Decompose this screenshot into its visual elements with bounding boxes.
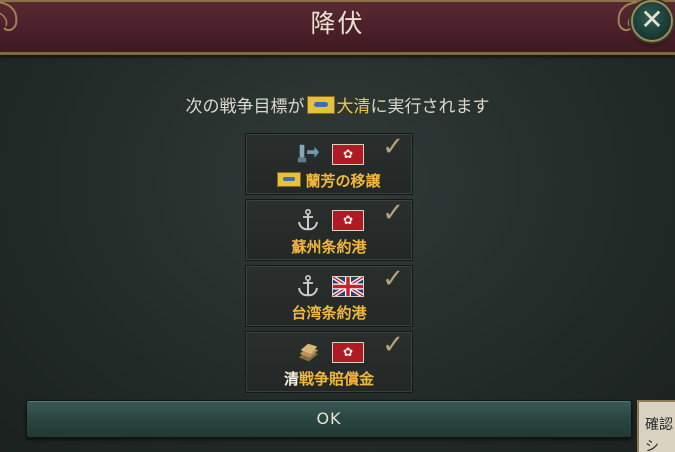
war-goals-list: ✓ 蘭芳の移譲 ✓ 蘇州条約港 — [245, 132, 413, 397]
ok-button-label: OK — [316, 409, 342, 428]
japan-flag-icon — [332, 342, 364, 363]
surrender-dialog: 降伏 ✕ 次の戦争目標が 大清に実行されます ✓ 蘭芳の移譲 — [0, 0, 675, 452]
dialog-subtitle: 次の戦争目標が 大清に実行されます — [0, 92, 675, 117]
subtitle-suffix: に実行されます — [370, 97, 490, 117]
dialog-header: 降伏 ✕ — [0, 0, 675, 55]
war-goal-label: 台湾条約港 — [291, 304, 367, 322]
uk-flag-icon — [332, 276, 364, 297]
checkmark-icon: ✓ — [382, 264, 404, 294]
side-tooltip-line-1: 確認 — [645, 417, 673, 433]
transfer-state-icon — [296, 142, 320, 166]
war-goal-label: 清戦争賠償金 — [283, 370, 375, 388]
war-goal-label: 蘇州条約港 — [291, 238, 367, 256]
checkmark-icon: ✓ — [382, 198, 404, 228]
close-button[interactable]: ✕ — [631, 0, 673, 42]
japan-flag-icon — [332, 210, 364, 231]
checkmark-icon: ✓ — [382, 330, 404, 360]
war-goal-item[interactable]: ✓ 蘇州条約港 — [245, 198, 413, 261]
reparations-icon — [296, 340, 320, 364]
side-tooltip: 確認 シ — [637, 400, 675, 452]
close-icon: ✕ — [640, 3, 664, 36]
anchor-icon — [296, 274, 320, 298]
war-goal-item[interactable]: ✓ 清戦争賠償金 — [245, 330, 413, 393]
war-goal-item[interactable]: ✓ 蘭芳の移譲 — [245, 132, 413, 195]
anchor-icon — [296, 208, 320, 232]
japan-flag-icon — [332, 144, 364, 165]
dialog-title: 降伏 — [310, 9, 365, 38]
war-goal-label: 蘭芳の移譲 — [246, 170, 412, 191]
qing-flag-icon — [277, 172, 302, 187]
ok-button[interactable]: OK — [26, 400, 632, 438]
qing-flag-icon — [306, 96, 335, 114]
war-goal-item[interactable]: ✓ 台湾条約港 — [245, 264, 413, 327]
subtitle-prefix: 次の戦争目標が — [185, 97, 305, 117]
side-tooltip-line-2: シ — [645, 439, 659, 452]
checkmark-icon: ✓ — [382, 132, 404, 162]
target-country: 大清 — [336, 97, 371, 117]
